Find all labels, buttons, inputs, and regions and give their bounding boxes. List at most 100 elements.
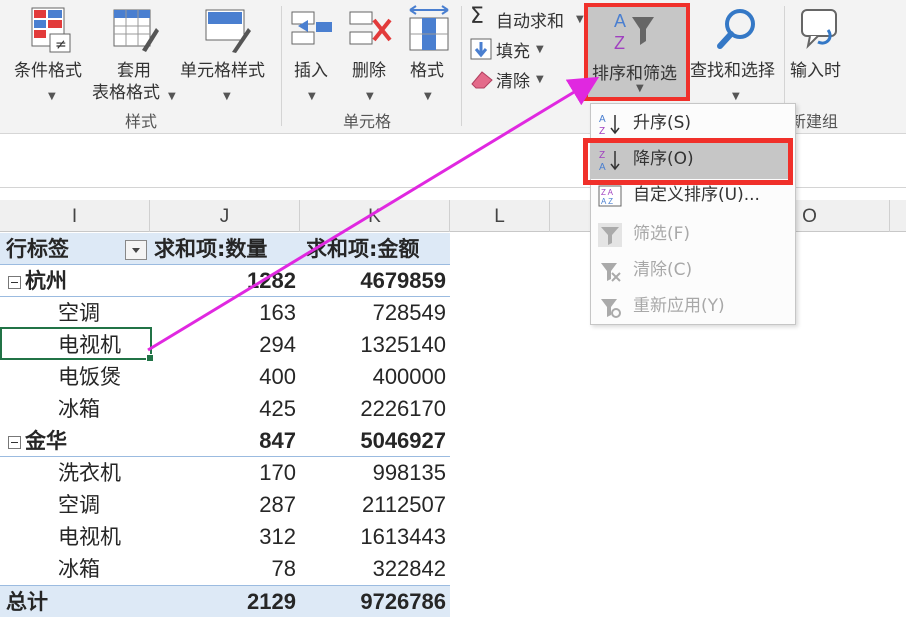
custom-sort-icon: Z A A Z xyxy=(598,185,622,207)
format-as-table-label-2: 表格格式 xyxy=(92,83,160,103)
delete-label: 删除 xyxy=(352,61,386,81)
total-amount: 9726786 xyxy=(360,589,446,614)
item-amount: 2112507 xyxy=(361,492,446,517)
item-qty: 78 xyxy=(271,556,296,581)
group-label: 杭州 xyxy=(25,269,67,293)
speech-bubble-icon xyxy=(801,9,837,50)
fill-label: 填充 xyxy=(496,42,530,62)
sort-filter-icon: A Z xyxy=(614,11,654,53)
chevron-down-icon: ▼ xyxy=(168,91,176,102)
menu-item-clear-filter[interactable]: 清除(C) xyxy=(591,253,795,287)
svg-text:Z: Z xyxy=(599,126,605,136)
format-as-table-button[interactable]: 套用 表格格式 ▼ xyxy=(92,4,178,104)
clear-label: 清除 xyxy=(496,72,530,92)
group-qty: 847 xyxy=(259,428,296,453)
cell-styles-button[interactable]: 单元格样式 ▼ xyxy=(180,4,276,104)
menu-item-label: 重新应用(Y) xyxy=(633,296,725,316)
item-amount: 400000 xyxy=(372,364,446,389)
clear-button[interactable]: 清除 ▼ xyxy=(468,66,558,92)
delete-button[interactable]: 删除 ▼ xyxy=(342,4,398,104)
sigma-icon: Σ xyxy=(470,4,484,29)
item-label: 洗衣机 xyxy=(58,461,121,485)
pivot-group-row: 金华 847 5046927 xyxy=(0,425,450,457)
menu-item-reapply[interactable]: 重新应用(Y) xyxy=(591,289,795,323)
collapse-icon[interactable] xyxy=(8,436,21,449)
chevron-down-icon: ▼ xyxy=(48,91,56,102)
menu-item-label: 清除(C) xyxy=(633,260,693,280)
svg-text:Z A: Z A xyxy=(601,188,614,197)
cells-group-label: 单元格 xyxy=(343,112,392,131)
item-label: 空调 xyxy=(58,301,100,325)
fill-down-icon xyxy=(470,38,492,60)
sort-filter-button[interactable]: A Z 排序和筛选 ▼ xyxy=(584,3,690,101)
insert-button[interactable]: 插入 ▼ xyxy=(284,4,340,104)
descending-highlight-box xyxy=(583,138,793,185)
column-header-j[interactable]: J xyxy=(150,200,300,232)
autosum-button[interactable]: Σ 自动求和 ▼ xyxy=(468,4,584,32)
find-select-button[interactable]: 查找和选择 ▼ xyxy=(690,4,786,104)
conditional-format-button[interactable]: ≠ 条件格式 ▼ xyxy=(10,4,96,104)
group-divider xyxy=(281,6,282,126)
chevron-down-icon: ▼ xyxy=(308,91,316,102)
eraser-icon xyxy=(471,71,493,89)
menu-item-filter[interactable]: 筛选(F) xyxy=(591,217,795,251)
group-divider xyxy=(461,6,462,126)
format-as-table-label-1: 套用 xyxy=(117,61,151,81)
item-qty: 287 xyxy=(259,492,296,517)
item-amount: 728549 xyxy=(372,300,446,325)
item-amount: 998135 xyxy=(372,460,446,485)
clear-filter-icon xyxy=(601,263,621,282)
find-select-label: 查找和选择 xyxy=(690,61,775,81)
group-amount: 4679859 xyxy=(360,268,446,293)
pivot-total-row: 总计 2129 9726786 xyxy=(0,585,450,617)
filter-icon xyxy=(598,223,622,247)
autosum-label: 自动求和 xyxy=(496,12,564,32)
input-time-label: 输入时 xyxy=(790,61,841,81)
chevron-down-icon: ▼ xyxy=(424,91,432,102)
column-header-l[interactable]: L xyxy=(450,200,550,232)
item-amount: 322842 xyxy=(372,556,446,581)
new-group-label: 新建组 xyxy=(790,112,839,131)
pivot-group-row: 杭州 1282 4679859 xyxy=(0,265,450,297)
item-amount: 2226170 xyxy=(360,396,446,421)
reapply-icon xyxy=(601,299,621,318)
item-label: 冰箱 xyxy=(58,557,100,581)
collapse-icon[interactable] xyxy=(8,276,21,289)
svg-text:A: A xyxy=(599,114,606,125)
input-time-button[interactable]: 输入时 xyxy=(786,4,850,104)
item-amount: 1325140 xyxy=(360,332,446,357)
column-header-i[interactable]: I xyxy=(0,200,150,232)
item-qty: 170 xyxy=(259,460,296,485)
svg-text:A: A xyxy=(614,11,626,31)
format-as-table-icon xyxy=(113,9,159,52)
item-amount: 1613443 xyxy=(360,524,446,549)
column-header-k[interactable]: K xyxy=(300,200,450,232)
item-label: 电饭煲 xyxy=(58,365,121,389)
sort-filter-label: 排序和筛选 xyxy=(592,64,677,84)
format-button[interactable]: 格式 ▼ xyxy=(400,4,456,104)
insert-cells-icon xyxy=(291,11,332,45)
pivot-header-row: 行标签 求和项:数量 求和项:金额 xyxy=(0,233,450,265)
conditional-format-icon: ≠ xyxy=(31,7,71,53)
item-label: 空调 xyxy=(58,493,100,517)
chevron-down-icon: ▼ xyxy=(366,91,374,102)
filter-dropdown-icon[interactable] xyxy=(125,240,147,260)
magnifier-icon xyxy=(717,9,755,49)
pivot-item-row: 空调 163 728549 xyxy=(0,297,450,329)
fill-button[interactable]: 填充 ▼ xyxy=(468,36,558,62)
group-label: 金华 xyxy=(25,429,67,453)
menu-item-sort-ascending[interactable]: A Z 升序(S) xyxy=(591,106,795,140)
menu-item-label: 筛选(F) xyxy=(633,224,691,244)
menu-item-label: 升序(S) xyxy=(633,113,692,133)
pivot-item-row: 洗衣机 170 998135 xyxy=(0,457,450,489)
group-qty: 1282 xyxy=(247,268,296,293)
qty-sum-header: 求和项:数量 xyxy=(154,237,268,261)
svg-text:≠: ≠ xyxy=(55,37,67,53)
pivot-item-row: 空调 287 2112507 xyxy=(0,489,450,521)
total-label: 总计 xyxy=(6,590,48,614)
pivot-item-row: 冰箱 425 2226170 xyxy=(0,393,450,425)
cell-styles-label: 单元格样式 xyxy=(180,61,265,81)
svg-text:A Z: A Z xyxy=(601,197,613,206)
item-label: 冰箱 xyxy=(58,397,100,421)
group-amount: 5046927 xyxy=(360,428,446,453)
